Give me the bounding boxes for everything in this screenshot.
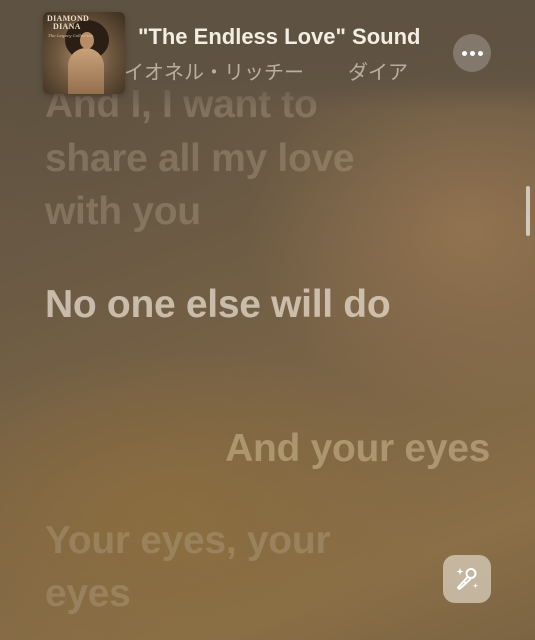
artist-name: イオネル・リッチー (124, 62, 304, 84)
artwork-subtitle: The Legacy Collection (48, 33, 94, 38)
scroll-indicator[interactable] (526, 186, 530, 236)
more-options-button[interactable] (453, 34, 491, 72)
lyric-line-current[interactable]: No one else will do (45, 278, 405, 331)
sing-karaoke-button[interactable] (443, 555, 491, 603)
lyric-line-background-vocal[interactable]: And your eyes (90, 422, 490, 475)
track-title[interactable]: "The Endless Love" Sound (138, 24, 420, 50)
microphone-sparkles-icon (456, 568, 479, 590)
ellipsis-icon (461, 50, 467, 56)
artist-name: ダイア (348, 62, 408, 84)
album-artwork[interactable]: DIAMOND DIANA The Legacy Collection (43, 12, 125, 94)
lyric-line-upcoming[interactable]: Your eyes, your eyes (45, 514, 385, 620)
lyric-line-past[interactable]: share all my love with you (45, 132, 425, 238)
track-artists[interactable]: イオネル・リッチー ダイア (124, 56, 420, 85)
ellipsis-icon (477, 50, 483, 56)
ellipsis-icon (469, 50, 475, 56)
artwork-title: DIAMOND DIANA (47, 14, 90, 31)
now-playing-header: DIAMOND DIANA The Legacy Collection "The… (0, 0, 535, 100)
artwork-figure-body (68, 48, 104, 94)
